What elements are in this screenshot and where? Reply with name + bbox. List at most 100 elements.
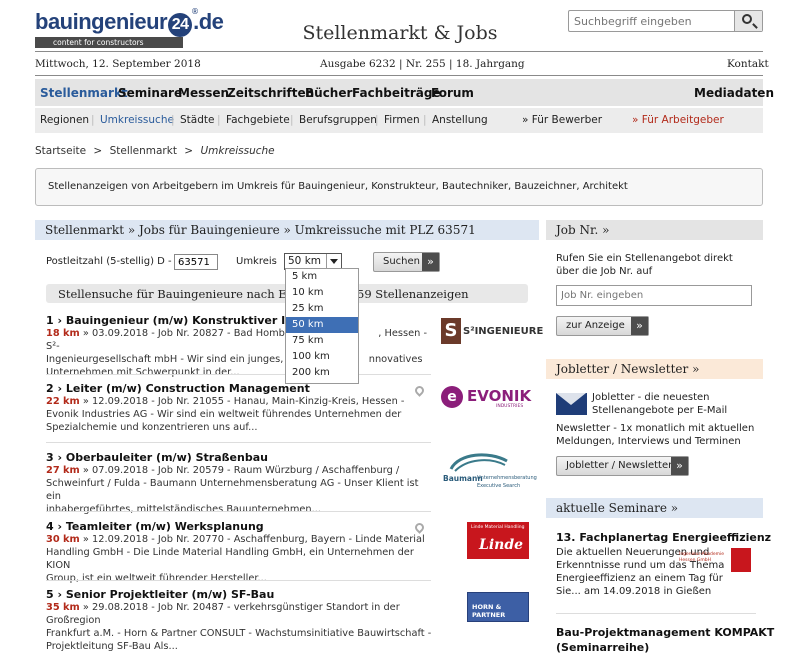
job-distance: 35 km <box>46 602 80 613</box>
contact-link[interactable]: Kontakt <box>727 58 769 72</box>
nav-buecher[interactable]: Bücher <box>305 86 352 100</box>
nav-mediadaten[interactable]: Mediadaten <box>694 86 774 100</box>
divider <box>46 442 431 443</box>
search-submit-label: Suchen <box>383 256 421 267</box>
divider <box>46 580 431 581</box>
subnav-divider: | <box>290 114 294 126</box>
job-line: Handling GmbH - Die Linde Material Handl… <box>46 547 414 571</box>
double-arrow-icon: » <box>422 253 439 271</box>
job-title[interactable]: 1 › Bauingenieur (m/w) Konstruktiver Ing… <box>46 314 436 327</box>
subnav-staedte[interactable]: Städte <box>180 114 214 126</box>
seminar-title[interactable]: Bau-Projektmanagement KOMPAKT <box>556 626 774 639</box>
date: Mittwoch, 12. September 2018 <box>35 58 201 70</box>
subnav-firmen[interactable]: Firmen <box>384 114 420 126</box>
search-icon <box>742 14 752 24</box>
subnav-divider: | <box>217 114 221 126</box>
results-heading-right: 59 Stellenanzeigen <box>357 287 469 301</box>
subnav-anstellung[interactable]: Anstellung <box>432 114 488 126</box>
job-distance: 22 km <box>46 396 80 407</box>
header-rule <box>35 51 763 52</box>
seminare-heading: aktuelle Seminare » <box>546 498 763 518</box>
nav-fachbeitraege[interactable]: Fachbeiträge <box>352 86 441 100</box>
radius-option-selected[interactable]: 50 km <box>286 317 358 333</box>
issue-info: Ausgabe 6232 | Nr. 255 | 18. Jahrgang <box>320 58 525 70</box>
job-line: » 07.09.2018 - Job Nr. 20579 - Raum Würz… <box>82 465 400 476</box>
subnav-divider: | <box>375 114 379 126</box>
breadcrumb-sep: > <box>184 145 194 157</box>
jobletter-label: Jobletter / Newsletter <box>566 460 673 471</box>
nav-zeitschriften[interactable]: Zeitschriften <box>227 86 314 100</box>
job-line: Unternehmen mit Schwerpunkt in der... <box>46 367 240 378</box>
results-heading-left: Stellensuche für Bauingenieure nach E <box>58 287 287 301</box>
job-title[interactable]: 4 › Teamleiter (m/w) Werksplanung <box>46 520 436 533</box>
seminar-subtitle: (Seminarreihe) <box>556 641 650 654</box>
search-input[interactable] <box>569 11 735 31</box>
radius-option[interactable]: 10 km <box>286 285 358 301</box>
breadcrumb-home[interactable]: Startseite <box>35 145 86 157</box>
company-logo-evonik[interactable]: e EVONIK INDUSTRIES <box>441 386 531 412</box>
search-submit-button[interactable]: Suchen» <box>373 252 440 272</box>
chevron-down-icon[interactable] <box>326 254 341 269</box>
search-button[interactable] <box>734 11 762 31</box>
breadcrumb-current: Umkreissuche <box>200 145 275 157</box>
nav-seminare[interactable]: Seminare <box>118 86 182 100</box>
job-item: 5 › Senior Projektleiter (m/w) SF-Bau 35… <box>46 588 436 653</box>
job-line: Spezialchemie und konzentrieren uns auf.… <box>46 422 258 433</box>
company-logo-linde[interactable]: Linde Material Handling Linde <box>467 522 529 559</box>
divider <box>46 374 431 375</box>
newsletter-heading: Jobletter / Newsletter » <box>546 359 763 379</box>
job-title[interactable]: 5 › Senior Projektleiter (m/w) SF-Bau <box>46 588 436 601</box>
radius-dropdown: 5 km 10 km 25 km 50 km 75 km 100 km 200 … <box>285 268 359 384</box>
breadcrumb-sep: > <box>93 145 103 157</box>
subnav-divider: | <box>171 114 175 126</box>
radius-option[interactable]: 75 km <box>286 333 358 349</box>
radius-option[interactable]: 200 km <box>286 365 358 381</box>
nav-forum[interactable]: Forum <box>431 86 474 100</box>
company-logo-s2[interactable]: S S²INGENIEURE <box>441 316 543 346</box>
zur-anzeige-button[interactable]: zur Anzeige » <box>556 316 649 336</box>
logo-number: 24 <box>168 13 193 37</box>
subnav-fachgebiete[interactable]: Fachgebiete <box>226 114 290 126</box>
logo-main: bauingenieur <box>35 9 168 34</box>
header-rule-2 <box>35 75 763 76</box>
radius-option[interactable]: 100 km <box>286 349 358 365</box>
company-logo-baumann[interactable]: Baumann Unternehmensberatung Executive S… <box>441 451 537 493</box>
search-box <box>568 10 763 32</box>
logo-sub: Unternehmensberatung <box>477 475 537 481</box>
jobnr-heading: Job Nr. » <box>546 220 763 240</box>
logo-sub: Linde Material Handling <box>471 525 525 530</box>
job-line: Ingenieurgesellschaft mbH - Wir sind ein… <box>46 354 305 365</box>
plz-input[interactable] <box>174 254 218 270</box>
radius-option[interactable]: 25 km <box>286 301 358 317</box>
jobnr-input[interactable] <box>556 285 752 306</box>
subnav-bewerber[interactable]: » Für Bewerber <box>522 114 602 126</box>
job-item: 4 › Teamleiter (m/w) Werksplanung 30 km … <box>46 520 436 585</box>
subnav-regionen[interactable]: Regionen <box>40 114 89 126</box>
jobnr-text: Rufen Sie ein Stellenangebot direkt über… <box>556 253 733 277</box>
job-item: 2 › Leiter (m/w) Construction Management… <box>46 382 436 434</box>
radius-option[interactable]: 5 km <box>286 269 358 285</box>
job-line: » 12.09.2018 - Job Nr. 20770 - Aschaffen… <box>82 534 425 545</box>
baumann-swoosh-icon <box>449 453 508 472</box>
logo-text: S²INGENIEURE <box>463 326 544 337</box>
job-item: 3 › Oberbauleiter (m/w) Straßenbau 27 km… <box>46 451 436 516</box>
site-logo[interactable]: bauingenieur 24 .de ® content for construc… <box>35 7 230 50</box>
plz-label: Postleitzahl (5-stellig) D - <box>46 256 172 267</box>
subnav-divider: | <box>91 114 95 126</box>
job-line: Schweinfurt / Fulda - Baumann Unternehme… <box>46 478 419 502</box>
job-title[interactable]: 2 › Leiter (m/w) Construction Management <box>46 382 436 395</box>
nav-stellenmarkt[interactable]: Stellenmarkt <box>40 86 128 100</box>
subnav-umkreissuche[interactable]: Umkreissuche <box>100 114 174 126</box>
subnav-berufsgruppen[interactable]: Berufsgruppen <box>299 114 377 126</box>
company-logo-horn[interactable]: HORN & PARTNER <box>467 592 529 622</box>
job-line: Group, ist ein weltweit führender Herste… <box>46 573 267 584</box>
newsletter-text1: Jobletter - die neuesten Stellenangebote… <box>592 392 728 416</box>
nav-messen[interactable]: Messen <box>178 86 229 100</box>
breadcrumb-level1[interactable]: Stellenmarkt <box>110 145 177 157</box>
seminar-title[interactable]: 13. Fachplanertag Energieeffizienz <box>556 531 771 544</box>
sub-nav: Regionen | Umkreissuche | Städte | Fachg… <box>35 108 763 133</box>
subnav-arbeitgeber[interactable]: » Für Arbeitgeber <box>632 114 724 126</box>
job-line: Frankfurt a.M. - Horn & Partner CONSULT … <box>46 628 432 639</box>
job-title[interactable]: 3 › Oberbauleiter (m/w) Straßenbau <box>46 451 436 464</box>
jobletter-button[interactable]: Jobletter / Newsletter» <box>556 456 689 476</box>
